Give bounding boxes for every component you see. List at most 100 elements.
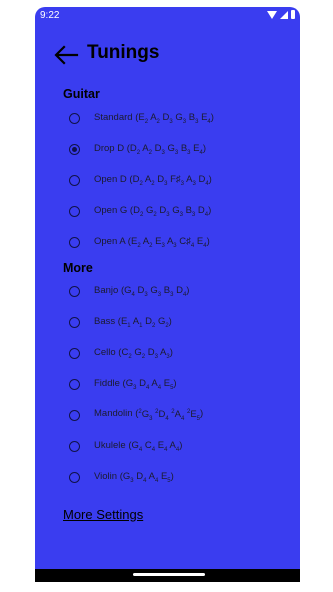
note: D4 [198, 173, 209, 187]
note: G2 [134, 346, 146, 360]
note: G3 [150, 284, 162, 298]
tuning-label: Standard (E2 A2 D3 G3 B3 E4) [94, 111, 214, 125]
tuning-option-ukulele[interactable]: Ukulele (G4 C4 E4 A4) [69, 435, 279, 457]
tuning-label: Drop D (D2 A2 D3 G3 B3 E4) [94, 142, 206, 156]
note: C2 [121, 346, 132, 360]
tuning-name: Cello [94, 346, 116, 358]
radio-button[interactable] [69, 205, 80, 217]
navigation-bar [35, 569, 300, 582]
more-settings-link[interactable]: More Settings [63, 507, 143, 522]
note: E4 [193, 142, 203, 156]
note: F♯3 [170, 173, 184, 187]
note: G2 [145, 204, 157, 218]
tuning-label: Ukulele (G4 C4 E4 A4) [94, 439, 183, 453]
radio-button[interactable] [69, 316, 80, 328]
note: D2 [132, 173, 143, 187]
status-time: 9:22 [40, 10, 60, 21]
tuning-option-fiddle[interactable]: Fiddle (G3 D4 A4 E5) [69, 373, 279, 395]
note: E5 [163, 377, 174, 391]
radio-button[interactable] [69, 236, 80, 248]
note: E2 [130, 235, 141, 249]
section-header-guitar: Guitar [63, 87, 100, 101]
back-button[interactable] [53, 43, 79, 67]
note: E2 [138, 111, 149, 125]
note: D2 [133, 204, 144, 218]
tuning-name: Fiddle [94, 377, 120, 389]
tuning-option-banjo[interactable]: Banjo (G4 D3 G3 B3 D4) [69, 280, 279, 302]
tuning-option-cello[interactable]: Cello (C2 G2 D3 A3) [69, 342, 279, 364]
note: A3 [166, 235, 177, 249]
note: 2A4 [171, 408, 185, 422]
note: D2 [129, 142, 141, 156]
note: D4 [136, 470, 147, 484]
tuning-name: Standard [94, 111, 133, 123]
tuning-label: Violin (G3 D4 A4 E5) [94, 470, 174, 484]
note: A2 [150, 111, 160, 125]
note: B3 [185, 204, 196, 218]
note: G3 [172, 204, 183, 218]
tuning-option-open-a[interactable]: Open A (E2 A2 E3 A3 C♯4 E4) [69, 231, 279, 253]
note: A3 [160, 346, 170, 360]
tuning-option-drop-d[interactable]: Drop D (D2 A2 D3 G3 B3 E4) [69, 138, 279, 160]
tuning-option-mandolin[interactable]: Mandolin (2G3 2D4 2A4 2E5) [69, 404, 279, 426]
status-bar: 9:22 [35, 7, 300, 25]
note: A2 [144, 173, 155, 187]
note: C♯4 [179, 235, 195, 249]
note: G2 [157, 315, 169, 329]
note: G3 [175, 111, 187, 125]
tuning-label: Open D (D2 A2 D3 F♯3 A3 D4) [94, 173, 212, 187]
note: D3 [137, 284, 148, 298]
note: D4 [197, 204, 209, 218]
radio-button[interactable] [69, 440, 80, 452]
note: D3 [162, 111, 173, 125]
note: 2G3 [138, 408, 153, 422]
note: G3 [125, 377, 137, 391]
note: C4 [144, 439, 156, 453]
radio-button[interactable] [69, 112, 80, 124]
note: D3 [157, 173, 168, 187]
note: A4 [169, 439, 180, 453]
note: G3 [167, 142, 179, 156]
note: E4 [196, 235, 207, 249]
tuning-option-open-d[interactable]: Open D (D2 A2 D3 F♯3 A3 D4) [69, 169, 279, 191]
tuning-option-open-g[interactable]: Open G (D2 G2 D3 G3 B3 D4) [69, 200, 279, 222]
page-title: Tunings [87, 42, 160, 63]
radio-button[interactable] [69, 285, 80, 297]
tuning-name: Ukulele [94, 439, 126, 451]
radio-button[interactable] [69, 347, 80, 359]
tuning-name: Banjo [94, 284, 119, 296]
tuning-label: Bass (E1 A1 D2 G2) [94, 315, 172, 329]
radio-button[interactable] [69, 143, 80, 155]
tuning-label: Open G (D2 G2 D3 G3 B3 D4) [94, 204, 212, 218]
note: A4 [151, 377, 162, 391]
tuning-option-violin[interactable]: Violin (G3 D4 A4 E5) [69, 466, 279, 488]
note: G4 [131, 439, 143, 453]
note: D3 [147, 346, 158, 360]
tuning-name: Open A [94, 235, 126, 247]
note: E4 [201, 111, 211, 125]
note: D3 [159, 204, 170, 218]
tuning-name: Open D [94, 173, 127, 185]
home-indicator[interactable] [133, 573, 205, 576]
note: A4 [148, 470, 159, 484]
app-screen: 9:22 Tunings Guitar More More Settings S… [35, 7, 300, 582]
note: B3 [180, 142, 191, 156]
radio-button[interactable] [69, 471, 80, 483]
tuning-label: Cello (C2 G2 D3 A3) [94, 346, 173, 360]
tuning-label: Banjo (G4 D3 G3 B3 D4) [94, 284, 190, 298]
radio-button[interactable] [69, 174, 80, 186]
tuning-name: Mandolin [94, 408, 133, 420]
tuning-name: Bass [94, 315, 116, 327]
tuning-label: Open A (E2 A2 E3 A3 C♯4 E4) [94, 235, 210, 249]
note: D4 [139, 377, 150, 391]
note: E3 [155, 235, 165, 249]
note: D4 [176, 284, 187, 298]
arrow-left-icon [54, 45, 79, 65]
top-app-bar: Tunings [35, 39, 300, 73]
tuning-option-bass[interactable]: Bass (E1 A1 D2 G2) [69, 311, 279, 333]
radio-button[interactable] [69, 378, 80, 390]
note: B3 [163, 284, 174, 298]
radio-button[interactable] [69, 409, 80, 421]
note: G4 [124, 284, 135, 298]
tuning-option-standard[interactable]: Standard (E2 A2 D3 G3 B3 E4) [69, 107, 279, 129]
